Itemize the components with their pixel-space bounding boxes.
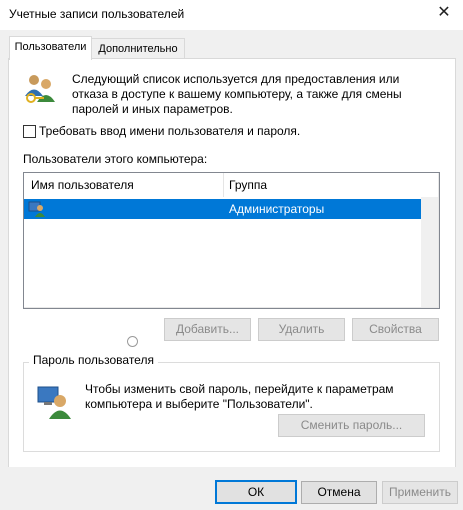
user-computer-icon (37, 386, 71, 419)
row-group: Администраторы (229, 202, 325, 216)
apply-button[interactable]: Применить (382, 481, 458, 504)
close-icon[interactable]: ✕ (433, 3, 455, 25)
users-keys-icon (25, 75, 55, 103)
password-instructions: Чтобы изменить свой пароль, перейдите к … (85, 382, 394, 411)
column-header-group-label: Группа (229, 178, 268, 192)
header-filler (421, 173, 438, 198)
tab-users[interactable]: Пользователи (9, 36, 92, 60)
tab-advanced[interactable]: Дополнительно (91, 38, 185, 59)
intro-text: Следующий список используется для предос… (72, 72, 402, 116)
require-login-checkbox[interactable] (23, 125, 36, 138)
users-list[interactable]: Имя пользователя Группа Администраторы (23, 172, 440, 309)
focus-indicator (127, 336, 138, 347)
column-header-username-label: Имя пользователя (31, 178, 134, 192)
remove-user-button[interactable]: Удалить (258, 318, 345, 341)
properties-button[interactable]: Свойства (352, 318, 439, 341)
ok-button[interactable]: ОК (215, 480, 297, 504)
change-password-button[interactable]: Сменить пароль... (278, 414, 425, 437)
add-user-button[interactable]: Добавить... (164, 318, 251, 341)
password-group-title: Пароль пользователя (29, 353, 158, 367)
column-header-username[interactable]: Имя пользователя (24, 173, 223, 198)
user-icon (28, 201, 45, 217)
column-header-group[interactable]: Группа (224, 173, 421, 198)
cancel-button[interactable]: Отмена (301, 481, 377, 504)
require-login-label[interactable]: Требовать ввод имени пользователя и паро… (39, 124, 300, 138)
users-list-label: Пользователи этого компьютера: (23, 152, 208, 166)
title-bar: Учетные записи пользователей ✕ (0, 0, 463, 30)
window-title: Учетные записи пользователей (9, 7, 185, 21)
list-scrollbar[interactable] (421, 197, 438, 307)
table-row[interactable]: Администраторы (24, 199, 421, 219)
